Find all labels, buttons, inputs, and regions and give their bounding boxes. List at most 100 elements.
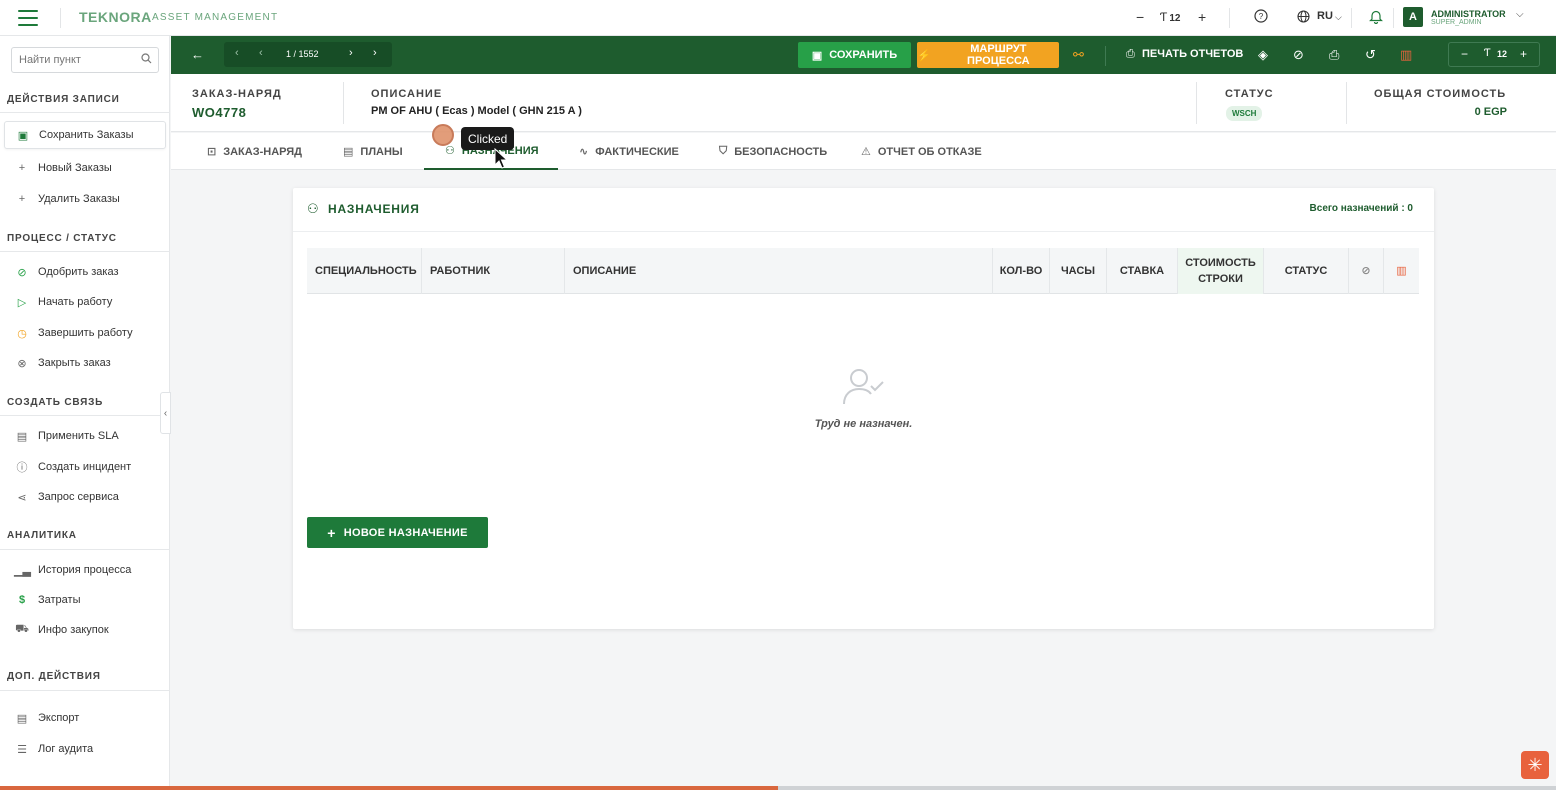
divider [0, 690, 170, 691]
select-all-icon[interactable]: ⊘ [1349, 248, 1384, 294]
click-tooltip: Clicked [461, 127, 515, 150]
status-badge: WSCH [1226, 106, 1263, 121]
print-reports-button[interactable]: ПЕЧАТЬ ОТЧЕТОВ [1142, 48, 1243, 60]
search-input[interactable] [19, 48, 139, 72]
font-increase-icon[interactable]: + [1198, 9, 1206, 25]
work-order-number: WO4778 [192, 105, 247, 120]
plus-icon: + [18, 162, 26, 174]
column-header-worker[interactable]: РАБОТНИК [422, 248, 565, 294]
x-circle-icon: ⊗ [17, 357, 27, 370]
first-page-icon[interactable]: ‹ [235, 47, 239, 59]
user-name[interactable]: ADMINISTRATOR [1431, 9, 1506, 19]
column-header-quantity[interactable]: КОЛ-ВО [993, 248, 1050, 294]
total-cost-label: ОБЩАЯ СТОИМОСТЬ [1374, 88, 1507, 100]
font-increase-icon[interactable]: + [1520, 47, 1527, 61]
sidebar-item-approve[interactable]: ⊘ Одобрить заказ [0, 258, 170, 286]
divider [1229, 8, 1230, 28]
save-icon: ▣ [17, 129, 29, 142]
language-selector[interactable]: RU [1317, 10, 1333, 22]
sidebar-search[interactable] [11, 47, 159, 73]
bar-chart-icon: ▁▃ [14, 564, 31, 577]
chevron-down-icon[interactable]: ⌵ [1516, 9, 1524, 20]
save-button[interactable]: ▣ СОХРАНИТЬ [798, 42, 911, 68]
prev-page-icon[interactable]: ‹ [259, 47, 263, 59]
sidebar-item-close-order[interactable]: ⊗ Закрыть заказ [0, 349, 170, 377]
warning-icon: ⚠ [861, 146, 871, 158]
sidebar-item-create-incident[interactable]: ⓘ Создать инцидент [0, 453, 170, 481]
divider [1105, 46, 1106, 66]
assignments-table-header: СПЕЦИАЛЬНОСТЬ РАБОТНИК ОПИСАНИЕ КОЛ-ВО Ч… [307, 248, 1419, 294]
sidebar-item-audit-log[interactable]: ☰ Лог аудита [0, 735, 170, 763]
progress-bar-filled [0, 786, 778, 790]
sidebar-item-start-work[interactable]: ▷ Начать работу [0, 288, 170, 316]
font-decrease-icon[interactable]: − [1136, 9, 1144, 25]
column-header-hours[interactable]: ЧАСЫ [1050, 248, 1107, 294]
sidebar-item-purchase-info[interactable]: ⛟ Инфо закупок [0, 616, 170, 644]
description-value: PM OF AHU ( Ecas ) Model ( GHN 215 A ) [371, 105, 582, 117]
bell-icon[interactable] [1369, 9, 1383, 27]
tag-icon[interactable]: ◈ [1258, 47, 1268, 63]
font-decrease-icon[interactable]: − [1461, 47, 1468, 61]
section-title-extra-actions: ДОП. ДЕЙСТВИЯ [7, 671, 101, 682]
sidebar-item-export[interactable]: ▤ Экспорт [0, 704, 170, 732]
divider [0, 415, 170, 416]
sidebar-item-new-order[interactable]: + Новый Заказы [0, 154, 170, 182]
share-icon: ⋖ [17, 491, 27, 504]
globe-icon[interactable] [1297, 10, 1310, 26]
column-header-line-cost[interactable]: СТОИМОСТЬ СТРОКИ [1178, 248, 1264, 294]
column-header-rate[interactable]: СТАВКА [1107, 248, 1178, 294]
record-pager: ‹ ‹ 1 / 1552 › › [224, 42, 392, 67]
sidebar-item-delete-orders[interactable]: + Удалить Заказы [0, 185, 170, 213]
list-icon: ☰ [17, 743, 27, 756]
tab-failure-report[interactable]: ⚠ ОТЧЕТ ОБ ОТКАЗЕ [861, 133, 982, 170]
tab-plans[interactable]: ▤ ПЛАНЫ [343, 133, 403, 170]
dollar-icon: $ [18, 594, 26, 606]
print-icon[interactable]: ⎙ [1329, 47, 1339, 63]
new-assignment-button[interactable]: + НОВОЕ НАЗНАЧЕНИЕ [307, 517, 488, 548]
assignments-title: НАЗНАЧЕНИЯ [328, 202, 420, 216]
process-route-button[interactable]: ⚡ МАРШРУТ ПРОЦЕССА [917, 42, 1059, 68]
divider [1346, 82, 1347, 124]
tab-safety[interactable]: ⛉ БЕЗОПАСНОСТЬ [719, 133, 827, 170]
divider [0, 112, 170, 113]
font-size-control: Ƭ 12 [1160, 10, 1181, 24]
next-page-icon[interactable]: › [349, 47, 353, 59]
sidebar-item-costs[interactable]: $ Затраты [0, 586, 170, 614]
last-page-icon[interactable]: › [373, 47, 377, 59]
chevron-down-icon[interactable]: ⌵ [1335, 12, 1342, 23]
sidebar-item-service-request[interactable]: ⋖ Запрос сервиса [0, 483, 170, 511]
section-title-record-actions: ДЕЙСТВИЯ ЗАПИСИ [7, 94, 120, 105]
sidebar-item-finish-work[interactable]: ◷ Завершить работу [0, 319, 170, 347]
search-icon[interactable] [141, 53, 152, 67]
delete-icon[interactable]: ▥ [1400, 47, 1412, 63]
progress-bar-track [778, 786, 1556, 790]
app-logo-subtitle: ASSET MANAGEMENT [152, 12, 279, 23]
toolbar-font-control: − Ƭ 12 + [1448, 42, 1540, 67]
sidebar-item-save-orders[interactable]: ▣ Сохранить Заказы [4, 121, 166, 149]
tab-actuals[interactable]: ∿ ФАКТИЧЕСКИЕ [579, 133, 679, 170]
column-header-specialty[interactable]: СПЕЦИАЛЬНОСТЬ [307, 248, 422, 294]
workflow-icon[interactable]: ⚯ [1073, 47, 1084, 63]
section-title-analytics: АНАЛИТИКА [7, 530, 77, 541]
play-icon: ▷ [17, 296, 27, 309]
save-icon: ▣ [811, 49, 823, 62]
help-icon[interactable]: ? [1254, 9, 1268, 26]
menu-icon[interactable] [18, 10, 38, 26]
back-arrow-icon[interactable]: ← [191, 47, 204, 62]
sidebar-item-process-history[interactable]: ▁▃ История процесса [0, 556, 170, 584]
paperclip-icon[interactable]: ⊘ [1293, 47, 1304, 63]
sidebar-item-apply-sla[interactable]: ▤ Применить SLA [0, 422, 170, 450]
tab-work-order[interactable]: ⊡ ЗАКАЗ-НАРЯД [207, 133, 302, 170]
document-icon: ▤ [343, 146, 354, 158]
column-header-description[interactable]: ОПИСАНИЕ [565, 248, 993, 294]
history-icon[interactable]: ↺ [1365, 47, 1376, 63]
work-order-label: ЗАКАЗ-НАРЯД [192, 88, 282, 100]
divider [0, 549, 170, 550]
record-header: ЗАКАЗ-НАРЯД WO4778 ОПИСАНИЕ PM OF AHU ( … [171, 74, 1556, 132]
avatar[interactable]: A [1403, 7, 1423, 27]
column-header-status[interactable]: СТАТУС [1264, 248, 1349, 294]
sidebar-collapse-button[interactable]: ‹ [160, 392, 171, 434]
delete-icon[interactable]: ▥ [1384, 248, 1419, 294]
assistant-icon[interactable]: ✳ [1521, 751, 1549, 779]
assignments-card: ⚇ НАЗНАЧЕНИЯ Всего назначений : 0 СПЕЦИА… [293, 188, 1434, 629]
